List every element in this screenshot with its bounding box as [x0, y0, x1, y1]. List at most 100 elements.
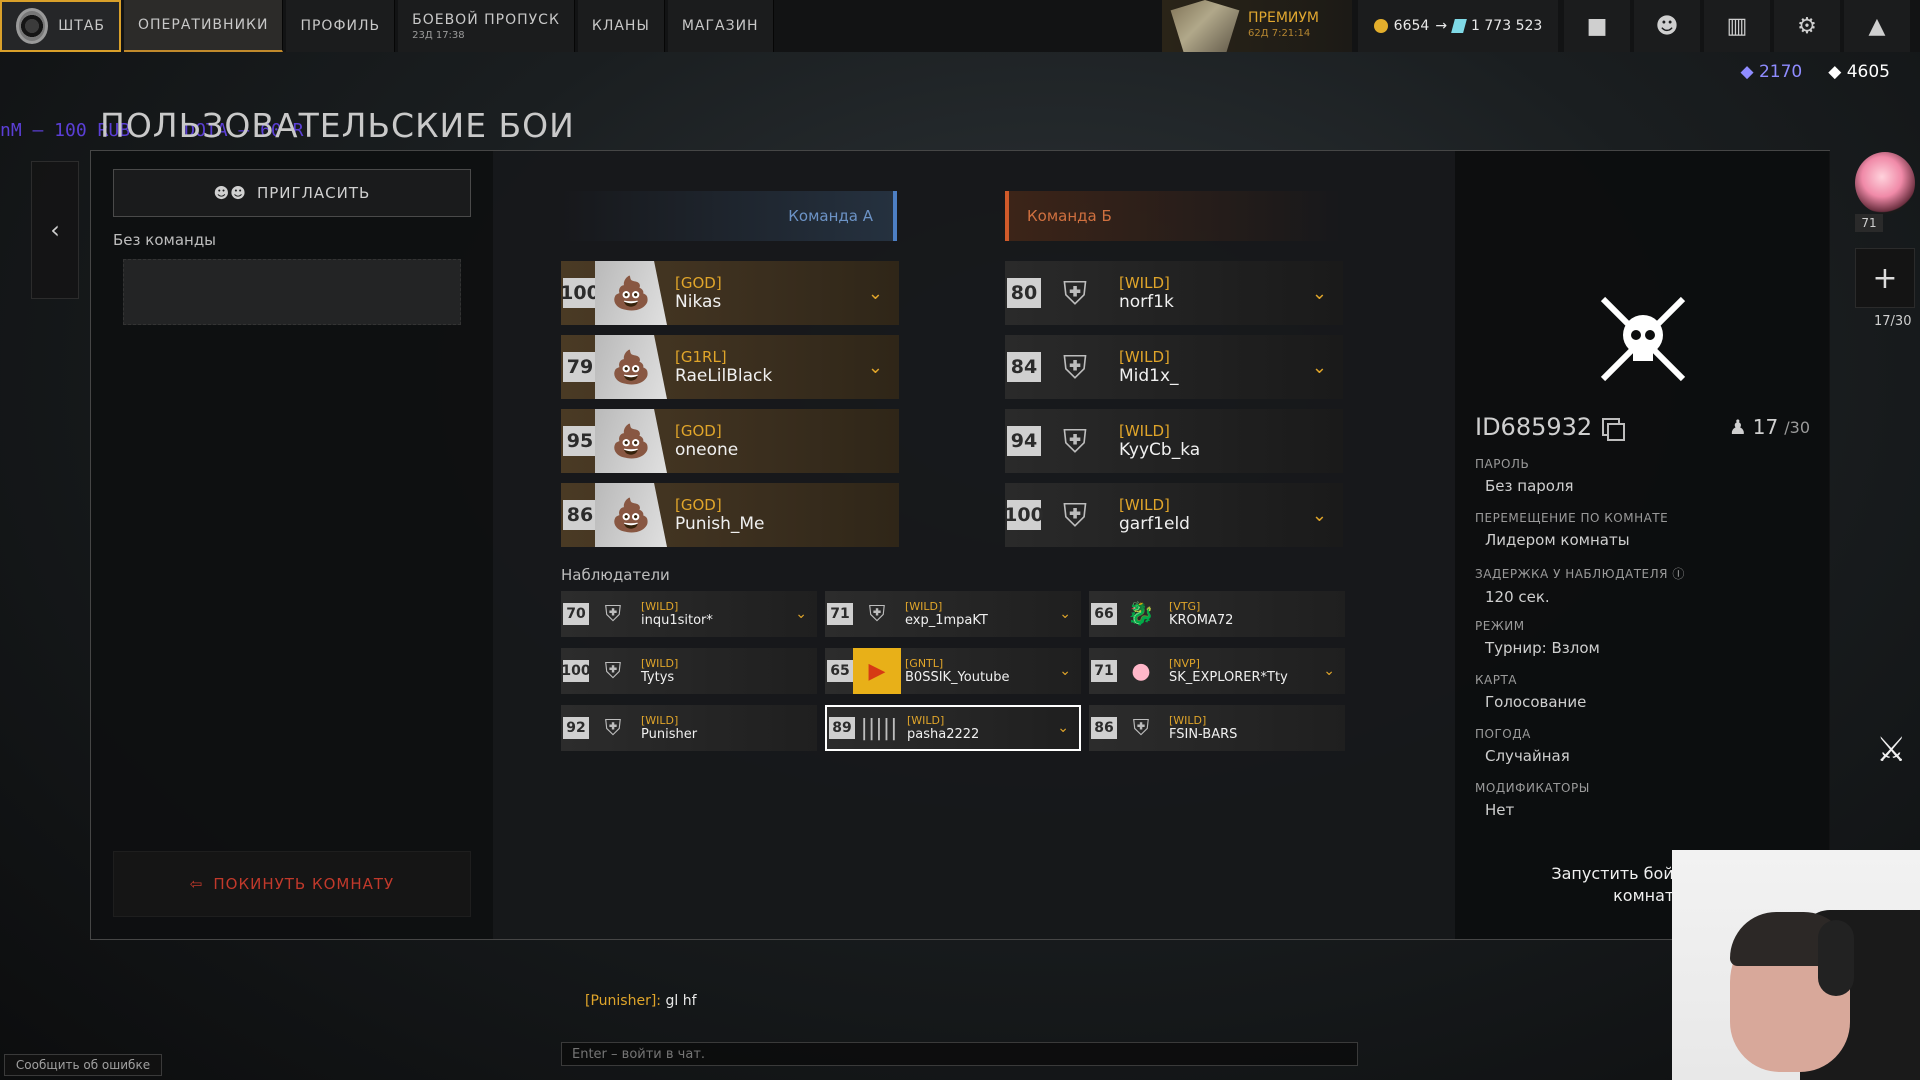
- bell-icon[interactable]: ▲: [1844, 0, 1910, 52]
- observer-card[interactable]: 92 ⛨ [WILD] Punisher: [561, 705, 817, 751]
- diamond-balance-value: 4605: [1846, 62, 1890, 82]
- empty-slot[interactable]: [123, 259, 461, 325]
- chevron-down-icon: ⌄: [867, 282, 883, 304]
- observer-card[interactable]: 71 ⛨ [WILD] exp_1mpaKT ⌄: [825, 591, 1081, 637]
- room-panel: ☻☻ ПРИГЛАСИТЬ Без команды ⇦ ПОКИНУТЬ КОМ…: [90, 150, 1830, 940]
- map-value: Голосование: [1485, 693, 1587, 711]
- chat-message: [Punisher]: gl hf: [585, 993, 697, 1009]
- chevron-down-icon: ⌄: [1057, 720, 1069, 736]
- player-nick: KyyCb_ka: [1119, 440, 1201, 460]
- observer-card[interactable]: 71 ● [NVP] SK_EXPLORER*Tty ⌄: [1089, 648, 1345, 694]
- premium-button[interactable]: ПРЕМИУМ 62Д 7:21:14: [1162, 0, 1352, 52]
- observer-card[interactable]: 100 ⛨ [WILD] Tytys: [561, 648, 817, 694]
- delay-label-text: ЗАДЕРЖКА У НАБЛЮДАТЕЛЯ: [1475, 567, 1668, 581]
- invite-button[interactable]: ☻☻ ПРИГЛАСИТЬ: [113, 169, 471, 217]
- team-a-header[interactable]: Команда A: [561, 191, 897, 241]
- team-a-player[interactable]: 100 💩 [GOD] Nikas ⌄: [561, 261, 899, 325]
- invite-label: ПРИГЛАСИТЬ: [256, 184, 371, 202]
- observer-nick: FSIN-BARS: [1169, 727, 1238, 742]
- nav-shop[interactable]: МАГАЗИН: [667, 0, 774, 52]
- team-b-player[interactable]: 84 ⛨ [WILD] Mid1x_ ⌄: [1005, 335, 1343, 399]
- team-b-player[interactable]: 100 ⛨ [WILD] garf1eld ⌄: [1005, 483, 1343, 547]
- nav-battlepass[interactable]: БОЕВОЙ ПРОПУСК 23Д 17:38: [398, 0, 575, 52]
- camera-icon[interactable]: ■: [1564, 0, 1630, 52]
- top-balance: ◆ 2170 ◆ 4605: [1741, 62, 1891, 82]
- observer-clan: [WILD]: [1169, 714, 1207, 727]
- team-b-player[interactable]: 94 ⛨ [WILD] KyyCb_ka: [1005, 409, 1343, 473]
- observer-card-selected[interactable]: 89 ||||| [WILD] pasha2222 ⌄: [825, 705, 1081, 751]
- observer-level: 89: [829, 717, 855, 739]
- observer-nick: SK_EXPLORER*Tty: [1169, 670, 1288, 685]
- observer-card[interactable]: 66 🐉 [VTG] KROMA72: [1089, 591, 1345, 637]
- player-nick: Mid1x_: [1119, 366, 1179, 386]
- player-level: 84: [1007, 352, 1041, 382]
- crossed-swords-icon[interactable]: ⚔: [1876, 730, 1906, 770]
- shield-avatar-icon: ⛨: [1062, 421, 1087, 460]
- movement-label: ПЕРЕМЕЩЕНИЕ ПО КОМНАТЕ: [1475, 511, 1669, 525]
- copy-icon[interactable]: [1602, 418, 1626, 441]
- left-column: ☻☻ ПРИГЛАСИТЬ Без команды ⇦ ПОКИНУТЬ КОМ…: [91, 151, 493, 939]
- team-b-player[interactable]: 80 ⛨ [WILD] norf1k ⌄: [1005, 261, 1343, 325]
- observer-level: 66: [1091, 603, 1117, 625]
- observer-level: 92: [563, 717, 589, 739]
- exit-icon: ⇦: [189, 875, 204, 893]
- back-chevron-icon[interactable]: ‹: [31, 161, 79, 299]
- party-count: 17/30: [1874, 314, 1912, 329]
- shield-avatar-icon: ⛨: [1062, 495, 1087, 534]
- player-clan: [GOD]: [675, 422, 722, 440]
- observer-card[interactable]: 70 ⛨ [WILD] inqu1sitor* ⌄: [561, 591, 817, 637]
- nav-home-label: ШТАБ: [58, 18, 105, 34]
- dragon-avatar-icon: 🐉: [1127, 601, 1155, 627]
- friends-icon[interactable]: ☻: [1634, 0, 1700, 52]
- coins-value: 6654: [1393, 18, 1430, 34]
- observer-clan: [NVP]: [1169, 657, 1200, 670]
- observer-card[interactable]: 65 ▶ [GNTL] B0SSIK_Youtube ⌄: [825, 648, 1081, 694]
- help-icon[interactable]: ⓘ: [1672, 567, 1685, 581]
- player-clan: [WILD]: [1119, 422, 1170, 440]
- nav-operatives[interactable]: ОПЕРАТИВНИКИ: [124, 0, 284, 52]
- observer-nick: pasha2222: [907, 727, 980, 742]
- room-info-column: ID685932 ♟ 17 /30 ПАРОЛЬ Без пароля ПЕРЕ…: [1455, 151, 1830, 939]
- delay-value: 120 сек.: [1485, 588, 1550, 606]
- team-a-player[interactable]: 86 💩 [GOD] Punish_Me: [561, 483, 899, 547]
- add-party-button[interactable]: +: [1855, 248, 1915, 308]
- observer-nick: Punisher: [641, 727, 698, 742]
- poop-avatar-icon: 💩: [595, 409, 667, 473]
- icecream-avatar-icon: ●: [1131, 658, 1151, 684]
- password-info: ПАРОЛЬ Без пароля: [1475, 457, 1574, 495]
- weather-label: ПОГОДА: [1475, 727, 1531, 741]
- mode-value: Турнир: Взлом: [1485, 639, 1600, 657]
- crystal-icon: [1451, 19, 1467, 33]
- book-icon[interactable]: ▥: [1704, 0, 1770, 52]
- teams-column: Команда A Команда Б 100 💩 [GOD] Nikas ⌄ 7…: [493, 151, 1455, 939]
- team-a-player[interactable]: 79 💩 [G1RL] RaeLilBlack ⌄: [561, 335, 899, 399]
- room-id-value: ID685932: [1475, 413, 1593, 441]
- shield-avatar-icon: ⛨: [1062, 347, 1087, 386]
- movement-value: Лидером комнаты: [1485, 531, 1630, 549]
- bug-report-button[interactable]: Сообщить об ошибке: [4, 1054, 162, 1076]
- player-level: 95: [563, 426, 597, 456]
- gear-icon[interactable]: ⚙: [1774, 0, 1840, 52]
- delay-info: ЗАДЕРЖКА У НАБЛЮДАТЕЛЯ ⓘ 120 сек.: [1475, 565, 1685, 606]
- observer-card[interactable]: 86 ⛨ [WILD] FSIN-BARS: [1089, 705, 1345, 751]
- leave-room-button[interactable]: ⇦ ПОКИНУТЬ КОМНАТУ: [113, 851, 471, 917]
- shield-avatar-icon: ⛨: [1062, 273, 1087, 312]
- observer-nick: B0SSIK_Youtube: [905, 670, 1010, 685]
- chat-input[interactable]: [561, 1042, 1358, 1066]
- observer-level: 70: [563, 603, 589, 625]
- player-level: 100: [561, 278, 600, 308]
- observer-clan: [WILD]: [641, 714, 679, 727]
- nav-clans[interactable]: КЛАНЫ: [577, 0, 665, 52]
- nav-profile[interactable]: ПРОФИЛЬ: [286, 0, 396, 52]
- crystals-value: 1 773 523: [1471, 18, 1543, 34]
- mode-info: РЕЖИМ Турнир: Взлом: [1475, 619, 1600, 657]
- team-b-header[interactable]: Команда Б: [1005, 191, 1341, 241]
- currency-bar[interactable]: 6654 → 1 773 523: [1358, 0, 1558, 52]
- nav-home[interactable]: ШТАБ: [0, 0, 121, 52]
- chat-author: [Punisher]:: [585, 993, 662, 1009]
- delay-label: ЗАДЕРЖКА У НАБЛЮДАТЕЛЯ ⓘ: [1475, 565, 1685, 582]
- party-avatar[interactable]: [1855, 152, 1915, 214]
- chevron-down-icon: ⌄: [1059, 663, 1071, 679]
- premium-timer: 62Д 7:21:14: [1248, 28, 1311, 39]
- team-a-player[interactable]: 95 💩 [GOD] oneone: [561, 409, 899, 473]
